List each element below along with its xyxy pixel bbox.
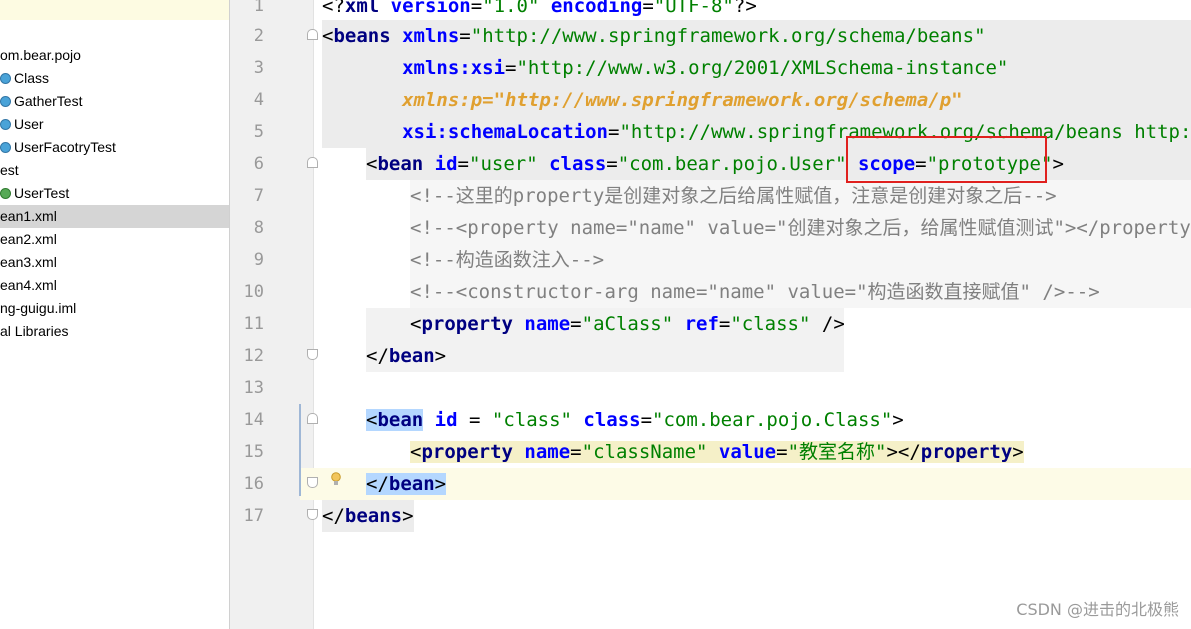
line-number: 10 bbox=[243, 282, 264, 302]
line-number: 5 bbox=[253, 122, 264, 142]
code-line-8[interactable]: <!--<property name="name" value="创建对象之后，… bbox=[410, 212, 1191, 244]
class-icon bbox=[0, 72, 11, 84]
matched-tag: </bean> bbox=[366, 473, 447, 495]
tree-item-label: UserTest bbox=[14, 185, 70, 201]
tree-item-user[interactable]: User bbox=[0, 113, 229, 136]
class-icon bbox=[0, 95, 11, 107]
line-number: 11 bbox=[243, 314, 264, 334]
code-editor[interactable]: 1 2 3 4 5 6 7 8 9 10 11 12 13 14 15 16 1… bbox=[230, 0, 1191, 629]
test-class-icon bbox=[0, 187, 11, 199]
line-number: 17 bbox=[243, 506, 264, 526]
code-line-15[interactable]: <property name="className" value="教室名称">… bbox=[410, 436, 1024, 468]
tree-item-label: Class bbox=[14, 70, 50, 86]
change-marker bbox=[299, 404, 301, 496]
line-number: 9 bbox=[253, 250, 264, 270]
line-number: 4 bbox=[253, 90, 264, 110]
project-tree[interactable]: om.bear.pojo Class GatherTest User UserF… bbox=[0, 0, 230, 629]
tree-item-bean4-xml[interactable]: ean4.xml bbox=[0, 274, 229, 297]
tree-item-label: ean3.xml bbox=[0, 254, 57, 270]
lightbulb-icon[interactable] bbox=[331, 472, 341, 486]
tree-item-bean3-xml[interactable]: ean3.xml bbox=[0, 251, 229, 274]
class-icon bbox=[0, 141, 11, 153]
line-number: 14 bbox=[243, 410, 264, 430]
line-number: 8 bbox=[253, 218, 264, 238]
tree-item-label: al Libraries bbox=[0, 323, 69, 339]
code-line-17[interactable]: </beans> bbox=[322, 500, 414, 532]
fold-toggle-beans-end[interactable] bbox=[307, 509, 318, 520]
tree-item-label: ng-guigu.iml bbox=[0, 300, 77, 316]
code-line-9[interactable]: <!--构造函数注入--> bbox=[410, 244, 604, 276]
code-line-12[interactable]: </bean> bbox=[366, 340, 446, 372]
watermark: CSDN @进击的北极熊 bbox=[1016, 600, 1179, 619]
line-number: 1 bbox=[253, 0, 264, 16]
tree-item-label: ean2.xml bbox=[0, 231, 57, 247]
gutter-border bbox=[313, 0, 314, 629]
tag-block-highlight: <property name="className" value="教室名称">… bbox=[410, 441, 1024, 463]
code-line-14[interactable]: <bean id = "class" class="com.bear.pojo.… bbox=[366, 404, 904, 436]
fold-toggle-bean-class[interactable] bbox=[307, 413, 318, 424]
matched-tag: <bean bbox=[366, 409, 424, 431]
code-line-10[interactable]: <!--<constructor-arg name="name" value="… bbox=[410, 276, 1100, 308]
code-line-4[interactable]: xmlns:p="http://www.springframework.org/… bbox=[322, 84, 963, 116]
tree-item-label: GatherTest bbox=[14, 93, 83, 109]
tree-item-gathertest[interactable]: GatherTest bbox=[0, 90, 229, 113]
tree-header-strip bbox=[0, 0, 229, 20]
class-icon bbox=[0, 118, 11, 130]
tree-item-class[interactable]: Class bbox=[0, 67, 229, 90]
fold-toggle-beans[interactable] bbox=[307, 29, 318, 40]
line-number: 2 bbox=[253, 26, 264, 46]
tree-item-bean2-xml[interactable]: ean2.xml bbox=[0, 228, 229, 251]
tree-item-iml[interactable]: ng-guigu.iml bbox=[0, 297, 229, 320]
line-number: 15 bbox=[243, 442, 264, 462]
line-number: 6 bbox=[253, 154, 264, 174]
tree-item-label: om.bear.pojo bbox=[0, 47, 81, 63]
code-line-16[interactable]: </bean> bbox=[366, 468, 447, 500]
code-line-7[interactable]: <!--这里的property是创建对象之后给属性赋值，注意是创建对象之后--> bbox=[410, 180, 1057, 212]
tree-item-label: ean4.xml bbox=[0, 277, 57, 293]
tree-item-external-libraries[interactable]: al Libraries bbox=[0, 320, 229, 343]
tree-item-label: User bbox=[14, 116, 44, 132]
fold-toggle-bean-class-end[interactable] bbox=[307, 477, 318, 488]
code-line-5[interactable]: xsi:schemaLocation="http://www.springfra… bbox=[322, 116, 1191, 148]
tree-item-usertest[interactable]: UserTest bbox=[0, 182, 229, 205]
code-line-2[interactable]: <beans xmlns="http://www.springframework… bbox=[322, 20, 986, 52]
code-line-11[interactable]: <property name="aClass" ref="class" /> bbox=[410, 308, 845, 340]
line-number: 12 bbox=[243, 346, 264, 366]
tree-item-label: ean1.xml bbox=[0, 208, 57, 224]
code-line-1[interactable]: <?xml version="1.0" encoding="UTF-8"?> bbox=[322, 0, 757, 22]
line-number: 3 bbox=[253, 58, 264, 78]
tree-item-package[interactable]: om.bear.pojo bbox=[0, 44, 229, 67]
tree-item-bean1-xml[interactable]: ean1.xml bbox=[0, 205, 229, 228]
tree-item-userfacotrytest[interactable]: UserFacotryTest bbox=[0, 136, 229, 159]
tree-item-label: UserFacotryTest bbox=[14, 139, 116, 155]
line-number: 13 bbox=[243, 378, 264, 398]
fold-toggle-bean-user-end[interactable] bbox=[307, 349, 318, 360]
line-number: 16 bbox=[243, 474, 264, 494]
tree-item-test-folder[interactable]: est bbox=[0, 159, 229, 182]
tree-item-label: est bbox=[0, 162, 19, 178]
annotation-red-box bbox=[846, 136, 1047, 183]
code-line-3[interactable]: xmlns:xsi="http://www.w3.org/2001/XMLSch… bbox=[322, 52, 1008, 84]
line-number: 7 bbox=[253, 186, 264, 206]
fold-toggle-bean-user[interactable] bbox=[307, 157, 318, 168]
